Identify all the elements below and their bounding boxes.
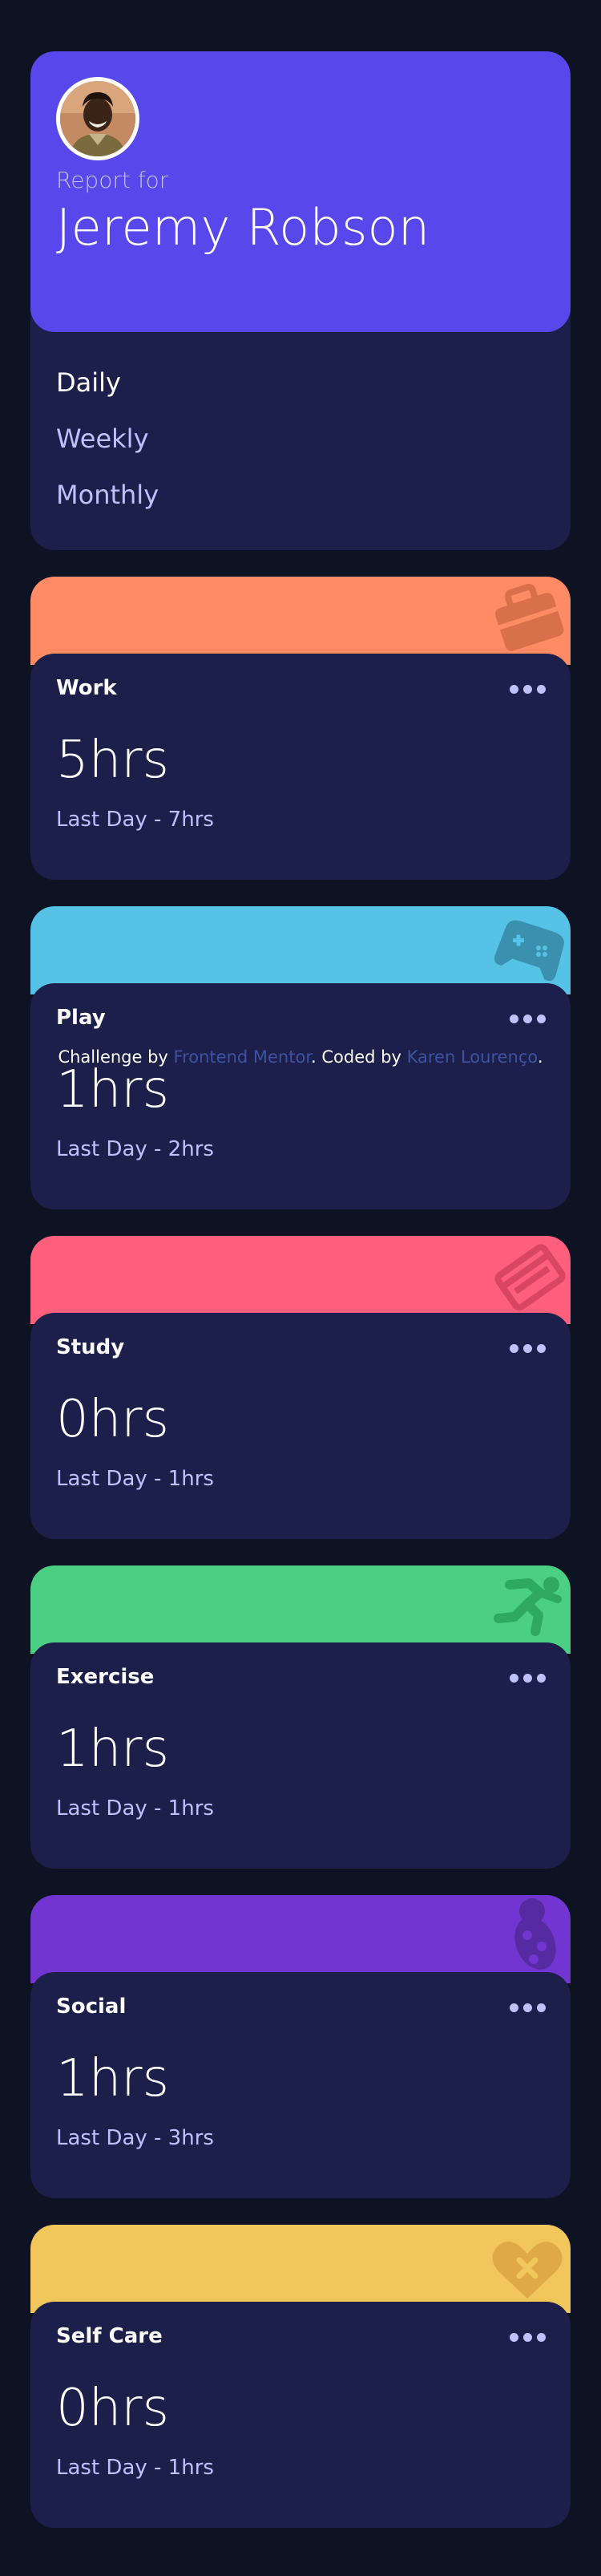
card-title: Play <box>56 1006 106 1030</box>
heart-bandage-icon <box>492 2242 563 2299</box>
previous-hours: Last Day - 1hrs <box>56 2456 214 2480</box>
card-self-care: Self Care 0hrs Last Day - 1hrs <box>30 2225 571 2528</box>
profile-card: Report for Jeremy Robson Daily Weekly Mo… <box>30 51 571 550</box>
profile-header: Report for Jeremy Robson <box>30 51 571 332</box>
card-exercise: Exercise 1hrs Last Day - 1hrs <box>30 1565 571 1869</box>
card-play-body: Play 1hrs Last Day - 2hrs <box>30 983 571 1209</box>
card-title: Self Care <box>56 2324 163 2348</box>
card-social-body: Social 1hrs Last Day - 3hrs <box>30 1972 571 2198</box>
ellipsis-icon[interactable] <box>510 2003 547 2014</box>
attribution-suffix: . <box>537 1047 543 1067</box>
period-daily[interactable]: Daily <box>56 367 545 398</box>
dashboard: Report for Jeremy Robson Daily Weekly Mo… <box>30 51 571 2528</box>
ellipsis-icon[interactable] <box>510 2332 547 2343</box>
card-social: Social 1hrs Last Day - 3hrs <box>30 1895 571 2198</box>
ellipsis-icon[interactable] <box>510 1014 547 1025</box>
frontend-mentor-link[interactable]: Frontend Mentor <box>174 1047 312 1067</box>
avatar <box>56 77 139 160</box>
card-exercise-body: Exercise 1hrs Last Day - 1hrs <box>30 1642 571 1869</box>
report-for-label: Report for <box>56 167 169 193</box>
card-title: Exercise <box>56 1665 155 1689</box>
period-selector: Daily Weekly Monthly <box>30 332 571 510</box>
card-title: Work <box>56 676 117 700</box>
attribution: Challenge by Frontend Mentor. Coded by K… <box>0 1047 601 1067</box>
card-study: Study 0hrs Last Day - 1hrs <box>30 1236 571 1539</box>
user-name: Jeremy Robson <box>56 198 430 257</box>
author-link[interactable]: Karen Lourenço <box>407 1047 538 1067</box>
card-title: Study <box>56 1335 125 1359</box>
previous-hours: Last Day - 7hrs <box>56 808 214 832</box>
card-work: Work 5hrs Last Day - 7hrs <box>30 577 571 880</box>
previous-hours: Last Day - 3hrs <box>56 2126 214 2150</box>
previous-hours: Last Day - 1hrs <box>56 1467 214 1491</box>
attribution-middle: . Coded by <box>311 1047 407 1067</box>
current-hours: 1hrs <box>56 2049 169 2108</box>
briefcase-icon <box>495 583 564 651</box>
social-icon <box>514 1898 556 1970</box>
ellipsis-icon[interactable] <box>510 1673 547 1684</box>
period-monthly[interactable]: Monthly <box>56 480 545 510</box>
attribution-prefix: Challenge by <box>58 1047 174 1067</box>
current-hours: 1hrs <box>56 1719 169 1779</box>
ellipsis-icon[interactable] <box>510 1343 547 1355</box>
period-weekly[interactable]: Weekly <box>56 423 545 454</box>
gamepad-icon <box>494 920 564 981</box>
previous-hours: Last Day - 1hrs <box>56 1796 214 1821</box>
card-work-body: Work 5hrs Last Day - 7hrs <box>30 654 571 880</box>
runner-icon <box>494 1577 562 1636</box>
current-hours: 0hrs <box>56 1390 169 1449</box>
ellipsis-icon[interactable] <box>510 684 547 695</box>
card-study-body: Study 0hrs Last Day - 1hrs <box>30 1313 571 1539</box>
current-hours: 0hrs <box>56 2379 169 2438</box>
current-hours: 1hrs <box>56 1060 169 1120</box>
previous-hours: Last Day - 2hrs <box>56 1137 214 1161</box>
card-title: Social <box>56 1995 127 2019</box>
book-icon <box>494 1244 566 1311</box>
card-self-care-body: Self Care 0hrs Last Day - 1hrs <box>30 2302 571 2528</box>
current-hours: 5hrs <box>56 731 169 790</box>
